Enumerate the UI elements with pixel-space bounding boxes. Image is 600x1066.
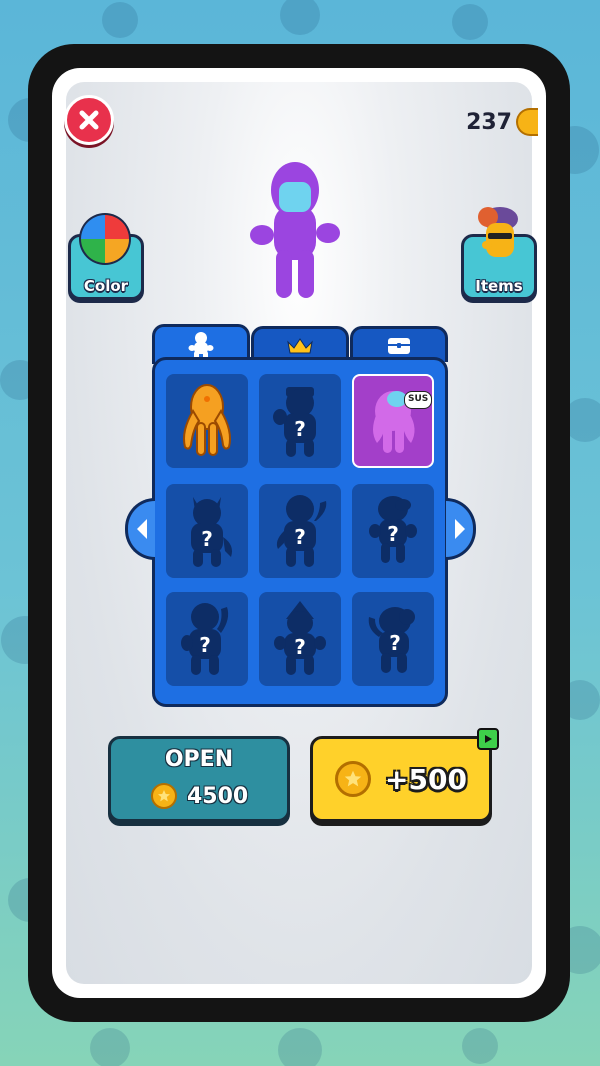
open-button[interactable]: OPEN 4500: [108, 736, 290, 822]
locked-character-silhouette: ?: [276, 495, 327, 567]
coin-icon: [151, 783, 177, 809]
svg-text:?: ?: [294, 417, 306, 441]
color-button[interactable]: Color: [68, 213, 144, 300]
svg-text:?: ?: [201, 527, 213, 551]
watch-ad-reward-button[interactable]: +500: [310, 736, 492, 822]
svg-text:?: ?: [199, 633, 211, 657]
locked-character-cell[interactable]: ?: [259, 484, 341, 578]
locked-character-cell[interactable]: ?: [259, 592, 341, 686]
svg-text:?: ?: [294, 525, 306, 549]
locked-character-silhouette: ?: [368, 607, 415, 673]
locked-character-silhouette: ?: [369, 496, 417, 563]
locked-character-cell[interactable]: ?: [166, 592, 248, 686]
selected-character-cell[interactable]: [352, 374, 434, 468]
arrow-right-icon: [454, 519, 465, 539]
items-button[interactable]: Items: [461, 207, 537, 300]
locked-character-cell[interactable]: ?: [352, 484, 434, 578]
svg-text:?: ?: [294, 635, 306, 659]
locked-character-silhouette: ?: [274, 601, 326, 675]
reward-amount: +500: [385, 762, 467, 796]
color-wheel-icon: [79, 213, 131, 265]
open-price-value: 4500: [187, 783, 249, 809]
locked-character-silhouette: ?: [181, 603, 229, 675]
locked-character-cell[interactable]: ?: [352, 592, 434, 686]
color-label: Color: [83, 277, 129, 295]
items-label: Items: [475, 277, 523, 295]
character-cell[interactable]: [166, 374, 248, 468]
arrow-left-icon: [136, 519, 147, 539]
items-character-icon: [478, 207, 518, 257]
close-icon: [79, 110, 99, 130]
chest-icon: [388, 337, 410, 354]
svg-text:?: ?: [389, 631, 401, 655]
svg-text:?: ?: [387, 522, 399, 546]
locked-character-cell[interactable]: ?: [166, 484, 248, 578]
coin-count: 237: [466, 109, 512, 135]
coin-icon: [335, 761, 372, 797]
locked-character-silhouette: ?: [273, 387, 316, 457]
close-button[interactable]: [64, 95, 114, 145]
locked-character-silhouette: ?: [191, 497, 232, 567]
open-button-label: OPEN: [164, 747, 234, 772]
character-preview: [250, 162, 340, 298]
locked-character-cell[interactable]: ?: [259, 374, 341, 468]
crown-icon: [287, 337, 313, 353]
coin-icon: [516, 108, 538, 136]
character-icon: [188, 331, 214, 360]
open-price: 4500: [151, 783, 248, 809]
play-icon: [477, 728, 499, 750]
coin-counter: 237: [466, 108, 538, 136]
sus-speech-bubble: SUS: [404, 391, 433, 409]
orange-character-icon: [183, 384, 231, 456]
